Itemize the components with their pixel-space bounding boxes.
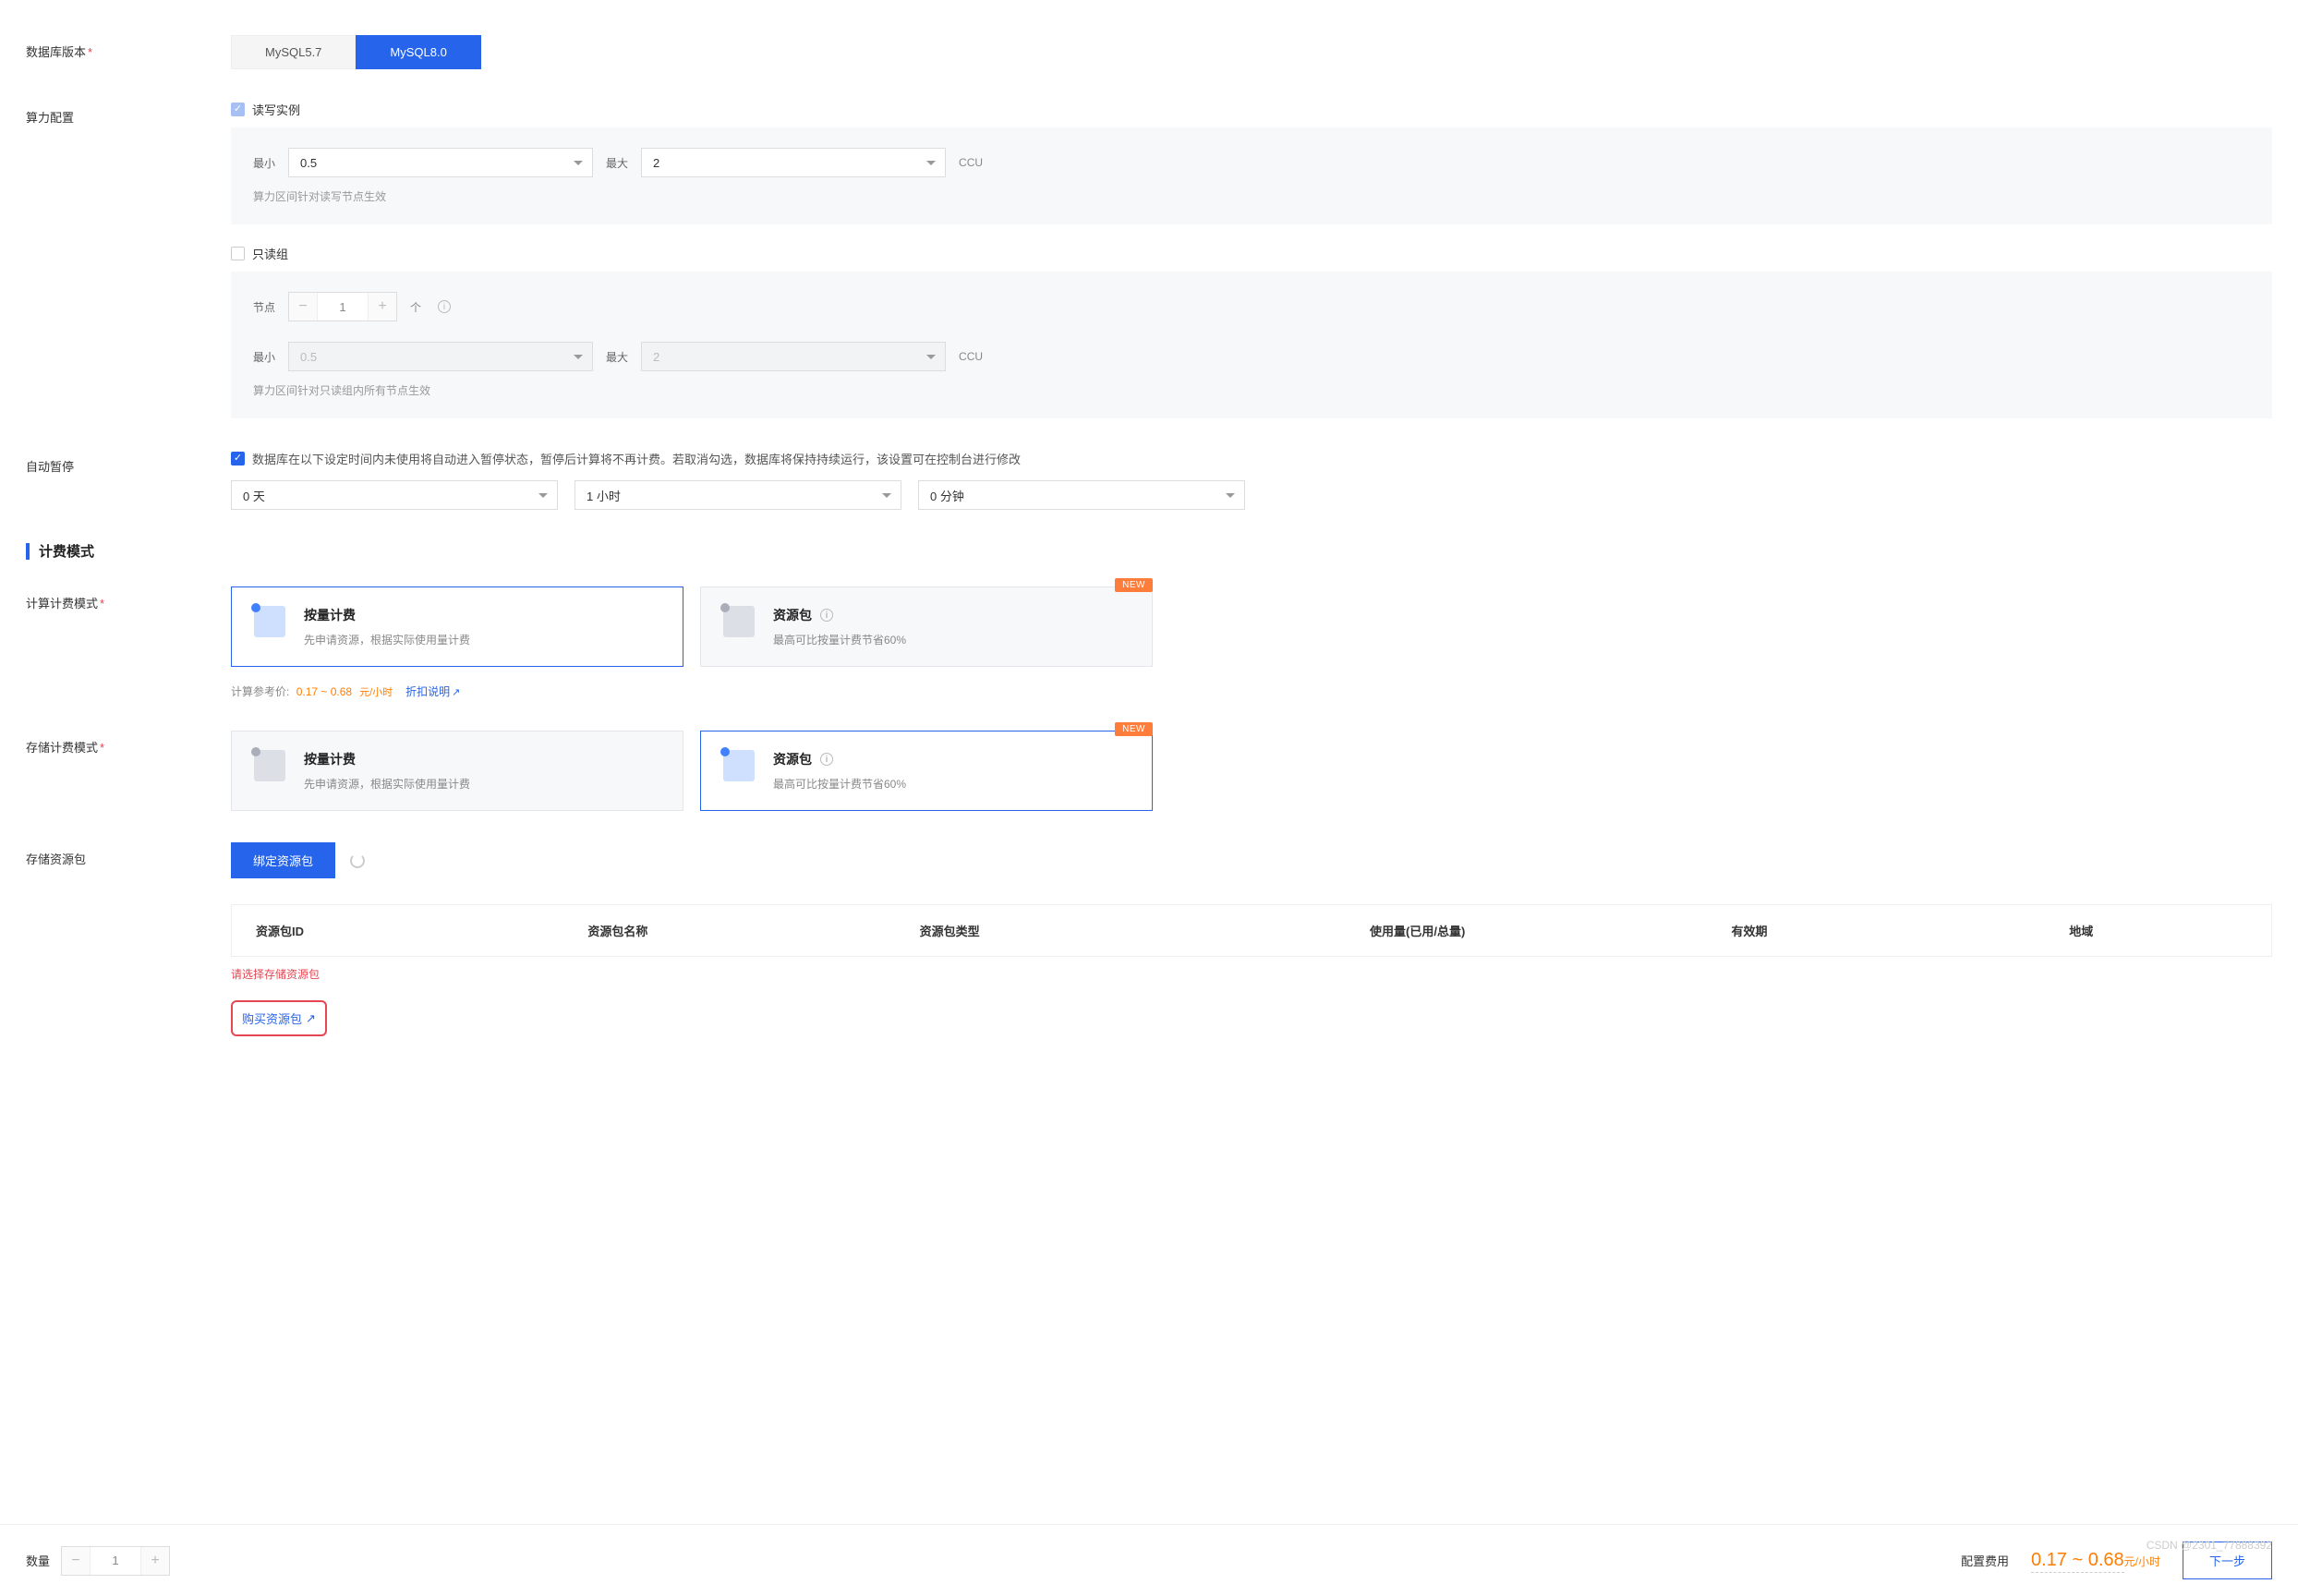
db-version-mysql80[interactable]: MySQL8.0 [356, 35, 480, 69]
price-prefix: 计算参考价: [231, 685, 289, 698]
info-icon[interactable]: i [820, 753, 833, 766]
auto-pause-days[interactable]: 0 天 [231, 480, 558, 510]
rw-instance-label: 读写实例 [252, 101, 300, 118]
node-unit: 个 [410, 299, 421, 315]
ro-panel: 节点 − + 个 i 最小 0.5 最大 2 CCU 算力区间针对只读组内所有节… [231, 272, 2272, 418]
reference-price: 0.17 ~ 0.68 [296, 685, 352, 698]
rw-hint: 算力区间针对读写节点生效 [253, 188, 2250, 204]
storage-payg-desc: 先申请资源，根据实际使用量计费 [304, 776, 470, 792]
node-stepper[interactable]: − + [288, 292, 397, 321]
qty-plus[interactable]: + [141, 1547, 169, 1575]
rw-max-label: 最大 [606, 155, 628, 171]
payg-icon [254, 606, 285, 637]
th-name: 资源包名称 [587, 922, 919, 939]
auto-pause-minutes[interactable]: 0 分钟 [918, 480, 1245, 510]
rw-unit: CCU [959, 156, 983, 169]
rw-min-select[interactable]: 0.5 [288, 148, 593, 177]
node-plus[interactable]: + [369, 293, 396, 320]
rw-min-label: 最小 [253, 155, 275, 171]
th-region: 地域 [1916, 922, 2247, 939]
external-link-icon: ↗ [306, 1011, 316, 1026]
th-type: 资源包类型 [920, 922, 1252, 939]
qty-minus[interactable]: − [62, 1547, 90, 1575]
package-icon [723, 606, 755, 637]
billing-section-title: 计费模式 [26, 541, 2272, 561]
ro-hint: 算力区间针对只读组内所有节点生效 [253, 382, 2250, 398]
footer-bar: 数量 − + 配置费用 0.17 ~ 0.68元/小时 下一步 [0, 1524, 2298, 1596]
th-validity: 有效期 [1583, 922, 1915, 939]
payg-desc: 先申请资源，根据实际使用量计费 [304, 632, 470, 647]
compute-billing-payg[interactable]: 按量计费 先申请资源，根据实际使用量计费 [231, 586, 683, 667]
ro-max-select: 2 [641, 342, 946, 371]
storage-billing-label: 存储计费模式* [26, 731, 231, 811]
ro-min-select: 0.5 [288, 342, 593, 371]
package-title: 资源包i [773, 606, 906, 624]
info-icon[interactable]: i [820, 609, 833, 622]
discount-link[interactable]: 折扣说明↗ [405, 685, 460, 698]
storage-pkg-label: 存储资源包 [26, 842, 231, 1036]
bind-package-button[interactable]: 绑定资源包 [231, 842, 335, 878]
node-minus[interactable]: − [289, 293, 317, 320]
new-badge: NEW [1115, 578, 1153, 592]
ro-min-label: 最小 [253, 349, 275, 365]
loading-spinner-icon [350, 853, 365, 868]
db-version-mysql57[interactable]: MySQL5.7 [231, 35, 356, 69]
package-table: 资源包ID 资源包名称 资源包类型 使用量(已用/总量) 有效期 地域 [231, 904, 2272, 957]
auto-pause-label: 自动暂停 [26, 450, 231, 510]
ro-max-label: 最大 [606, 349, 628, 365]
ro-unit: CCU [959, 350, 983, 363]
ro-group-label: 只读组 [252, 245, 288, 262]
compute-label: 算力配置 [26, 101, 231, 418]
storage-package-desc: 最高可比按量计费节省60% [773, 776, 906, 792]
auto-pause-checkbox[interactable] [231, 452, 245, 466]
package-icon [723, 750, 755, 781]
next-button[interactable]: 下一步 [2183, 1542, 2272, 1579]
rw-panel: 最小 0.5 最大 2 CCU 算力区间针对读写节点生效 [231, 127, 2272, 224]
rw-instance-checkbox[interactable] [231, 103, 245, 116]
db-version-label: 数据库版本* [26, 35, 231, 69]
compute-billing-package[interactable]: NEW 资源包i 最高可比按量计费节省60% [700, 586, 1153, 667]
qty-input[interactable] [90, 1547, 141, 1575]
payg-title: 按量计费 [304, 606, 470, 624]
qty-label: 数量 [26, 1552, 50, 1569]
node-input[interactable] [317, 293, 369, 320]
th-id: 资源包ID [256, 922, 587, 939]
storage-package-title: 资源包i [773, 750, 906, 768]
payg-icon [254, 750, 285, 781]
new-badge: NEW [1115, 722, 1153, 736]
cost-value: 0.17 ~ 0.68 [2031, 1550, 2124, 1573]
cost-label: 配置费用 [1961, 1552, 2009, 1569]
storage-billing-payg[interactable]: 按量计费 先申请资源，根据实际使用量计费 [231, 731, 683, 811]
storage-pkg-error: 请选择存储资源包 [231, 966, 2272, 982]
compute-billing-label: 计算计费模式* [26, 586, 231, 699]
cost-unit: 元/小时 [2124, 1555, 2160, 1568]
th-usage: 使用量(已用/总量) [1252, 922, 1583, 939]
price-unit: 元/小时 [359, 687, 393, 698]
storage-billing-package[interactable]: NEW 资源包i 最高可比按量计费节省60% [700, 731, 1153, 811]
storage-payg-title: 按量计费 [304, 750, 470, 768]
auto-pause-desc: 数据库在以下设定时间内未使用将自动进入暂停状态，暂停后计算将不再计费。若取消勾选… [252, 450, 1021, 467]
db-version-group: MySQL5.7 MySQL8.0 [231, 35, 2272, 69]
ro-group-checkbox[interactable] [231, 247, 245, 260]
qty-stepper[interactable]: − + [61, 1546, 170, 1576]
auto-pause-hours[interactable]: 1 小时 [574, 480, 901, 510]
buy-package-link[interactable]: 购买资源包↗ [231, 1000, 327, 1036]
rw-max-select[interactable]: 2 [641, 148, 946, 177]
info-icon[interactable]: i [438, 300, 451, 313]
node-label: 节点 [253, 299, 275, 315]
package-desc: 最高可比按量计费节省60% [773, 632, 906, 647]
